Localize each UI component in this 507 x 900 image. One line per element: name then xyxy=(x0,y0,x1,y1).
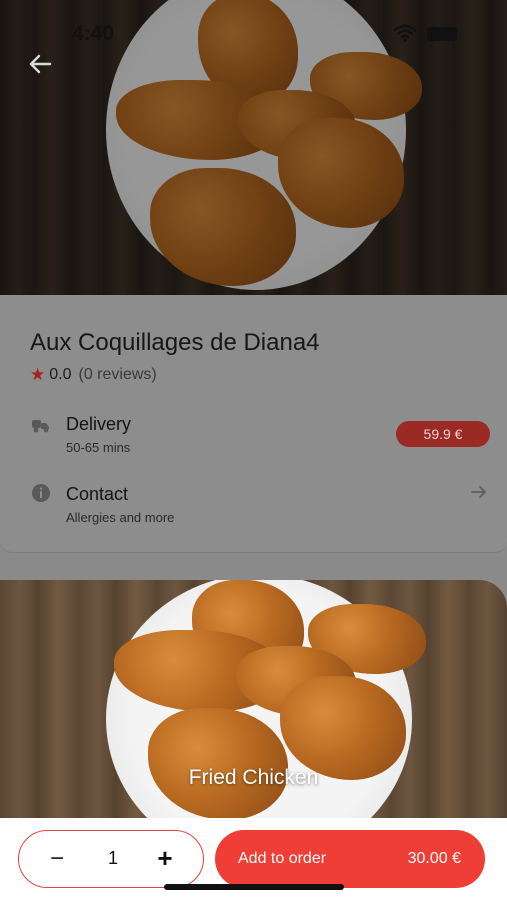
home-indicator xyxy=(164,884,344,890)
wifi-icon xyxy=(393,24,417,47)
back-arrow-icon xyxy=(29,54,52,74)
restaurant-name: Aux Coquillages de Diana4 xyxy=(30,329,320,356)
status-time: 4:40 xyxy=(72,22,115,45)
back-button[interactable] xyxy=(26,50,56,78)
order-total: 30.00 € xyxy=(407,850,461,867)
increase-quantity-button[interactable]: + xyxy=(153,845,177,871)
quantity-stepper: − 1 + xyxy=(18,830,204,888)
decrease-quantity-button[interactable]: − xyxy=(47,847,67,871)
review-count: (0 reviews) xyxy=(78,366,157,383)
arrow-right-icon xyxy=(470,483,488,501)
contact-subtitle: Allergies and more xyxy=(66,510,175,525)
delivery-icon xyxy=(30,413,52,435)
add-to-order-label: Add to order xyxy=(238,850,327,867)
add-to-order-button[interactable]: Add to order 30.00 € xyxy=(215,830,485,888)
rating-value: 0.0 xyxy=(49,366,72,383)
restaurant-info-card: Aux Coquillages de Diana4 ★ 0.0 (0 revie… xyxy=(0,295,507,553)
delivery-title: Delivery xyxy=(66,414,132,434)
status-bar: 4:40 xyxy=(0,0,507,60)
delivery-time: 50-65 mins xyxy=(66,440,131,455)
rating-row: ★ 0.0 (0 reviews) xyxy=(30,365,157,385)
delivery-price-badge: 59.9 € xyxy=(396,421,490,447)
product-image[interactable]: Fried Chicken xyxy=(0,580,507,820)
info-icon xyxy=(30,482,52,504)
product-name: Fried Chicken xyxy=(188,766,319,789)
battery-icon xyxy=(427,27,457,41)
quantity-value: 1 xyxy=(107,848,118,868)
contact-title: Contact xyxy=(66,484,129,504)
star-icon: ★ xyxy=(30,365,46,384)
